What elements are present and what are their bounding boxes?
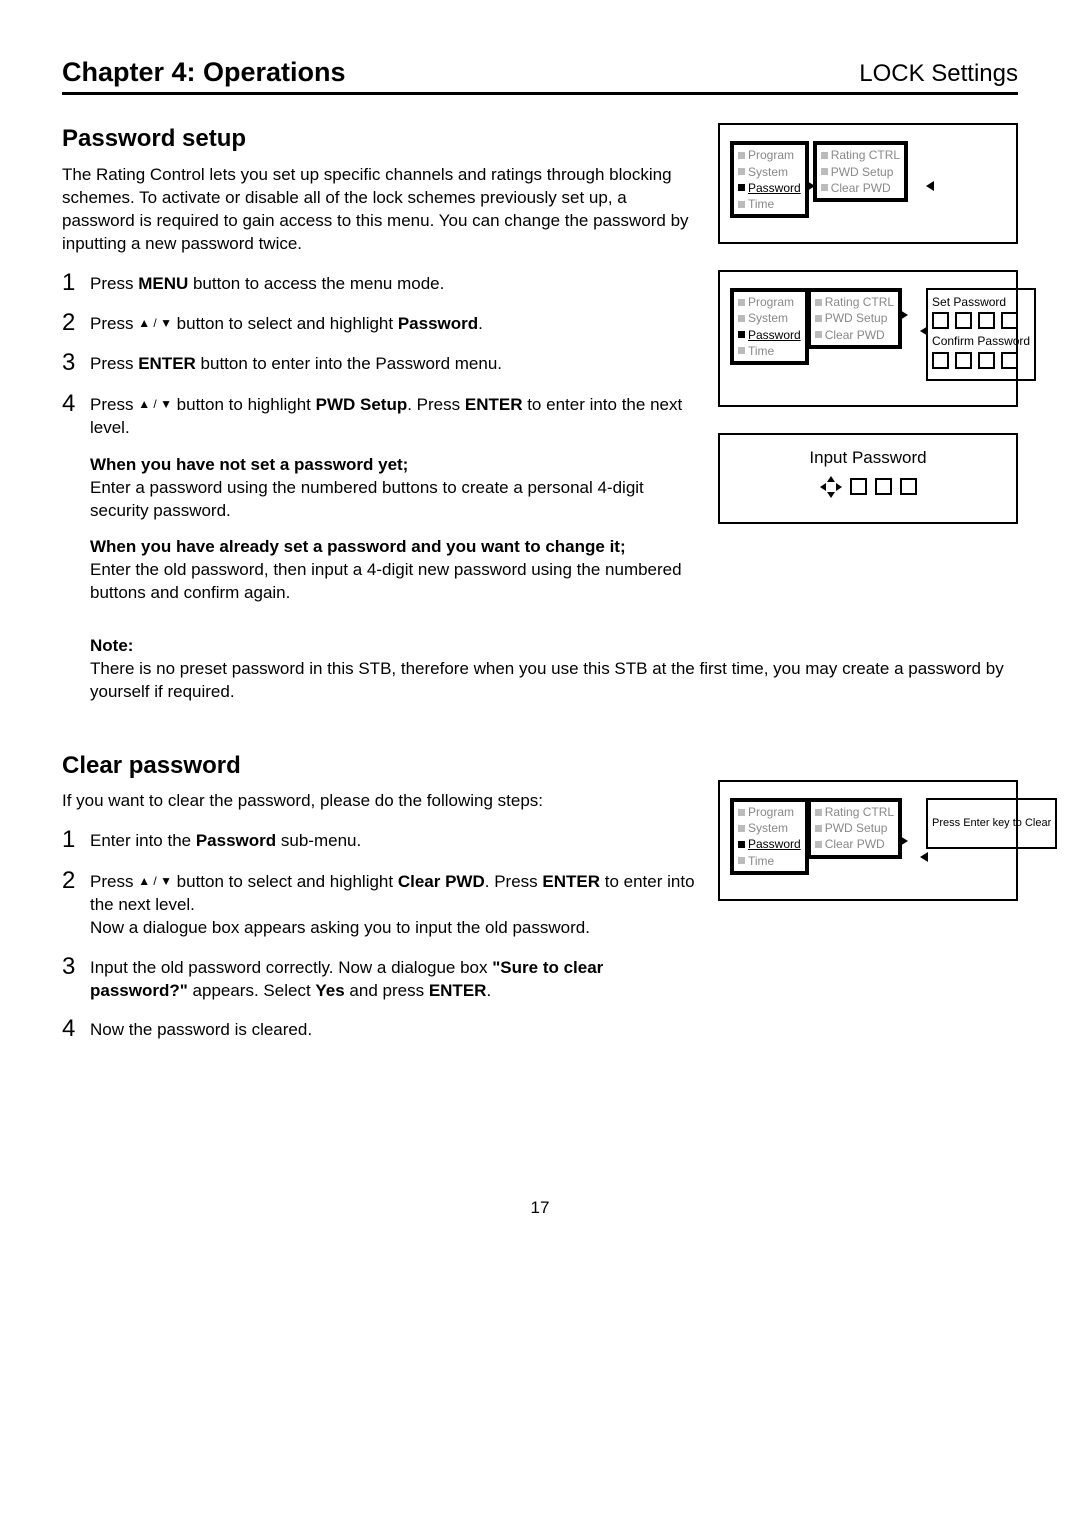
sub-notset-body: Enter a password using the numbered butt…	[90, 477, 698, 523]
left-arrow-icon	[900, 852, 928, 862]
clear-password-heading: Clear password	[62, 750, 698, 782]
password-setup-heading: Password setup	[62, 123, 698, 155]
step-num: 3	[62, 350, 90, 376]
up-down-icon: ▲ / ▼	[138, 396, 172, 412]
set-password-label: Set Password	[932, 294, 1030, 310]
figure-input-password: Input Password	[718, 433, 1018, 525]
step-1: 1 Press MENU button to access the menu m…	[62, 270, 698, 296]
figure-clear-menu: Program System Password Time Rating CTRL…	[718, 780, 1018, 901]
up-down-icon: ▲ / ▼	[138, 315, 172, 331]
press-enter-prompt: Press Enter key to Clear	[926, 798, 1057, 849]
step-2: 2 Press ▲ / ▼ button to select and highl…	[62, 310, 698, 336]
right-arrow-icon	[900, 836, 908, 846]
password-setup-desc: The Rating Control lets you set up speci…	[62, 164, 698, 256]
note-body: There is no preset password in this STB,…	[90, 658, 1018, 704]
step-3: 3 Press ENTER button to enter into the P…	[62, 350, 698, 376]
input-password-label: Input Password	[744, 447, 992, 470]
page-number: 17	[62, 1197, 1018, 1220]
page-header: Chapter 4: Operations LOCK Settings	[62, 54, 1018, 95]
note-head: Note:	[90, 635, 1018, 658]
right-arrow-icon	[900, 310, 908, 320]
confirm-password-label: Confirm Password	[932, 333, 1030, 349]
step-num: 1	[62, 270, 90, 296]
step-num: 4	[62, 391, 90, 606]
step-num: 2	[62, 310, 90, 336]
up-down-icon: ▲ / ▼	[138, 873, 172, 889]
clear-step-1: 1 Enter into the Password sub-menu.	[62, 827, 698, 853]
clear-password-desc: If you want to clear the password, pleas…	[62, 790, 698, 813]
chapter-title: Chapter 4: Operations	[62, 54, 346, 90]
clear-step-3: 3 Input the old password correctly. Now …	[62, 954, 698, 1003]
clear-step-4: 4 Now the password is cleared.	[62, 1016, 698, 1042]
left-arrow-icon	[900, 326, 928, 336]
sub-change-head: When you have already set a password and…	[90, 536, 698, 559]
figure-menu-1: Program System Password Time Rating CTRL…	[718, 123, 1018, 244]
section-title: LOCK Settings	[859, 58, 1018, 90]
four-arrows-icon	[820, 476, 842, 498]
figure-menu-2: Program System Password Time Rating CTRL…	[718, 270, 1018, 406]
note-block: Note: There is no preset password in thi…	[90, 635, 1018, 704]
right-arrow-icon	[807, 181, 815, 191]
sub-change-body: Enter the old password, then input a 4-d…	[90, 559, 698, 605]
step-4: 4 Press ▲ / ▼ button to highlight PWD Se…	[62, 391, 698, 606]
clear-step-2: 2 Press ▲ / ▼ button to select and highl…	[62, 868, 698, 940]
left-arrow-icon	[906, 181, 934, 191]
sub-notset-head: When you have not set a password yet;	[90, 454, 698, 477]
